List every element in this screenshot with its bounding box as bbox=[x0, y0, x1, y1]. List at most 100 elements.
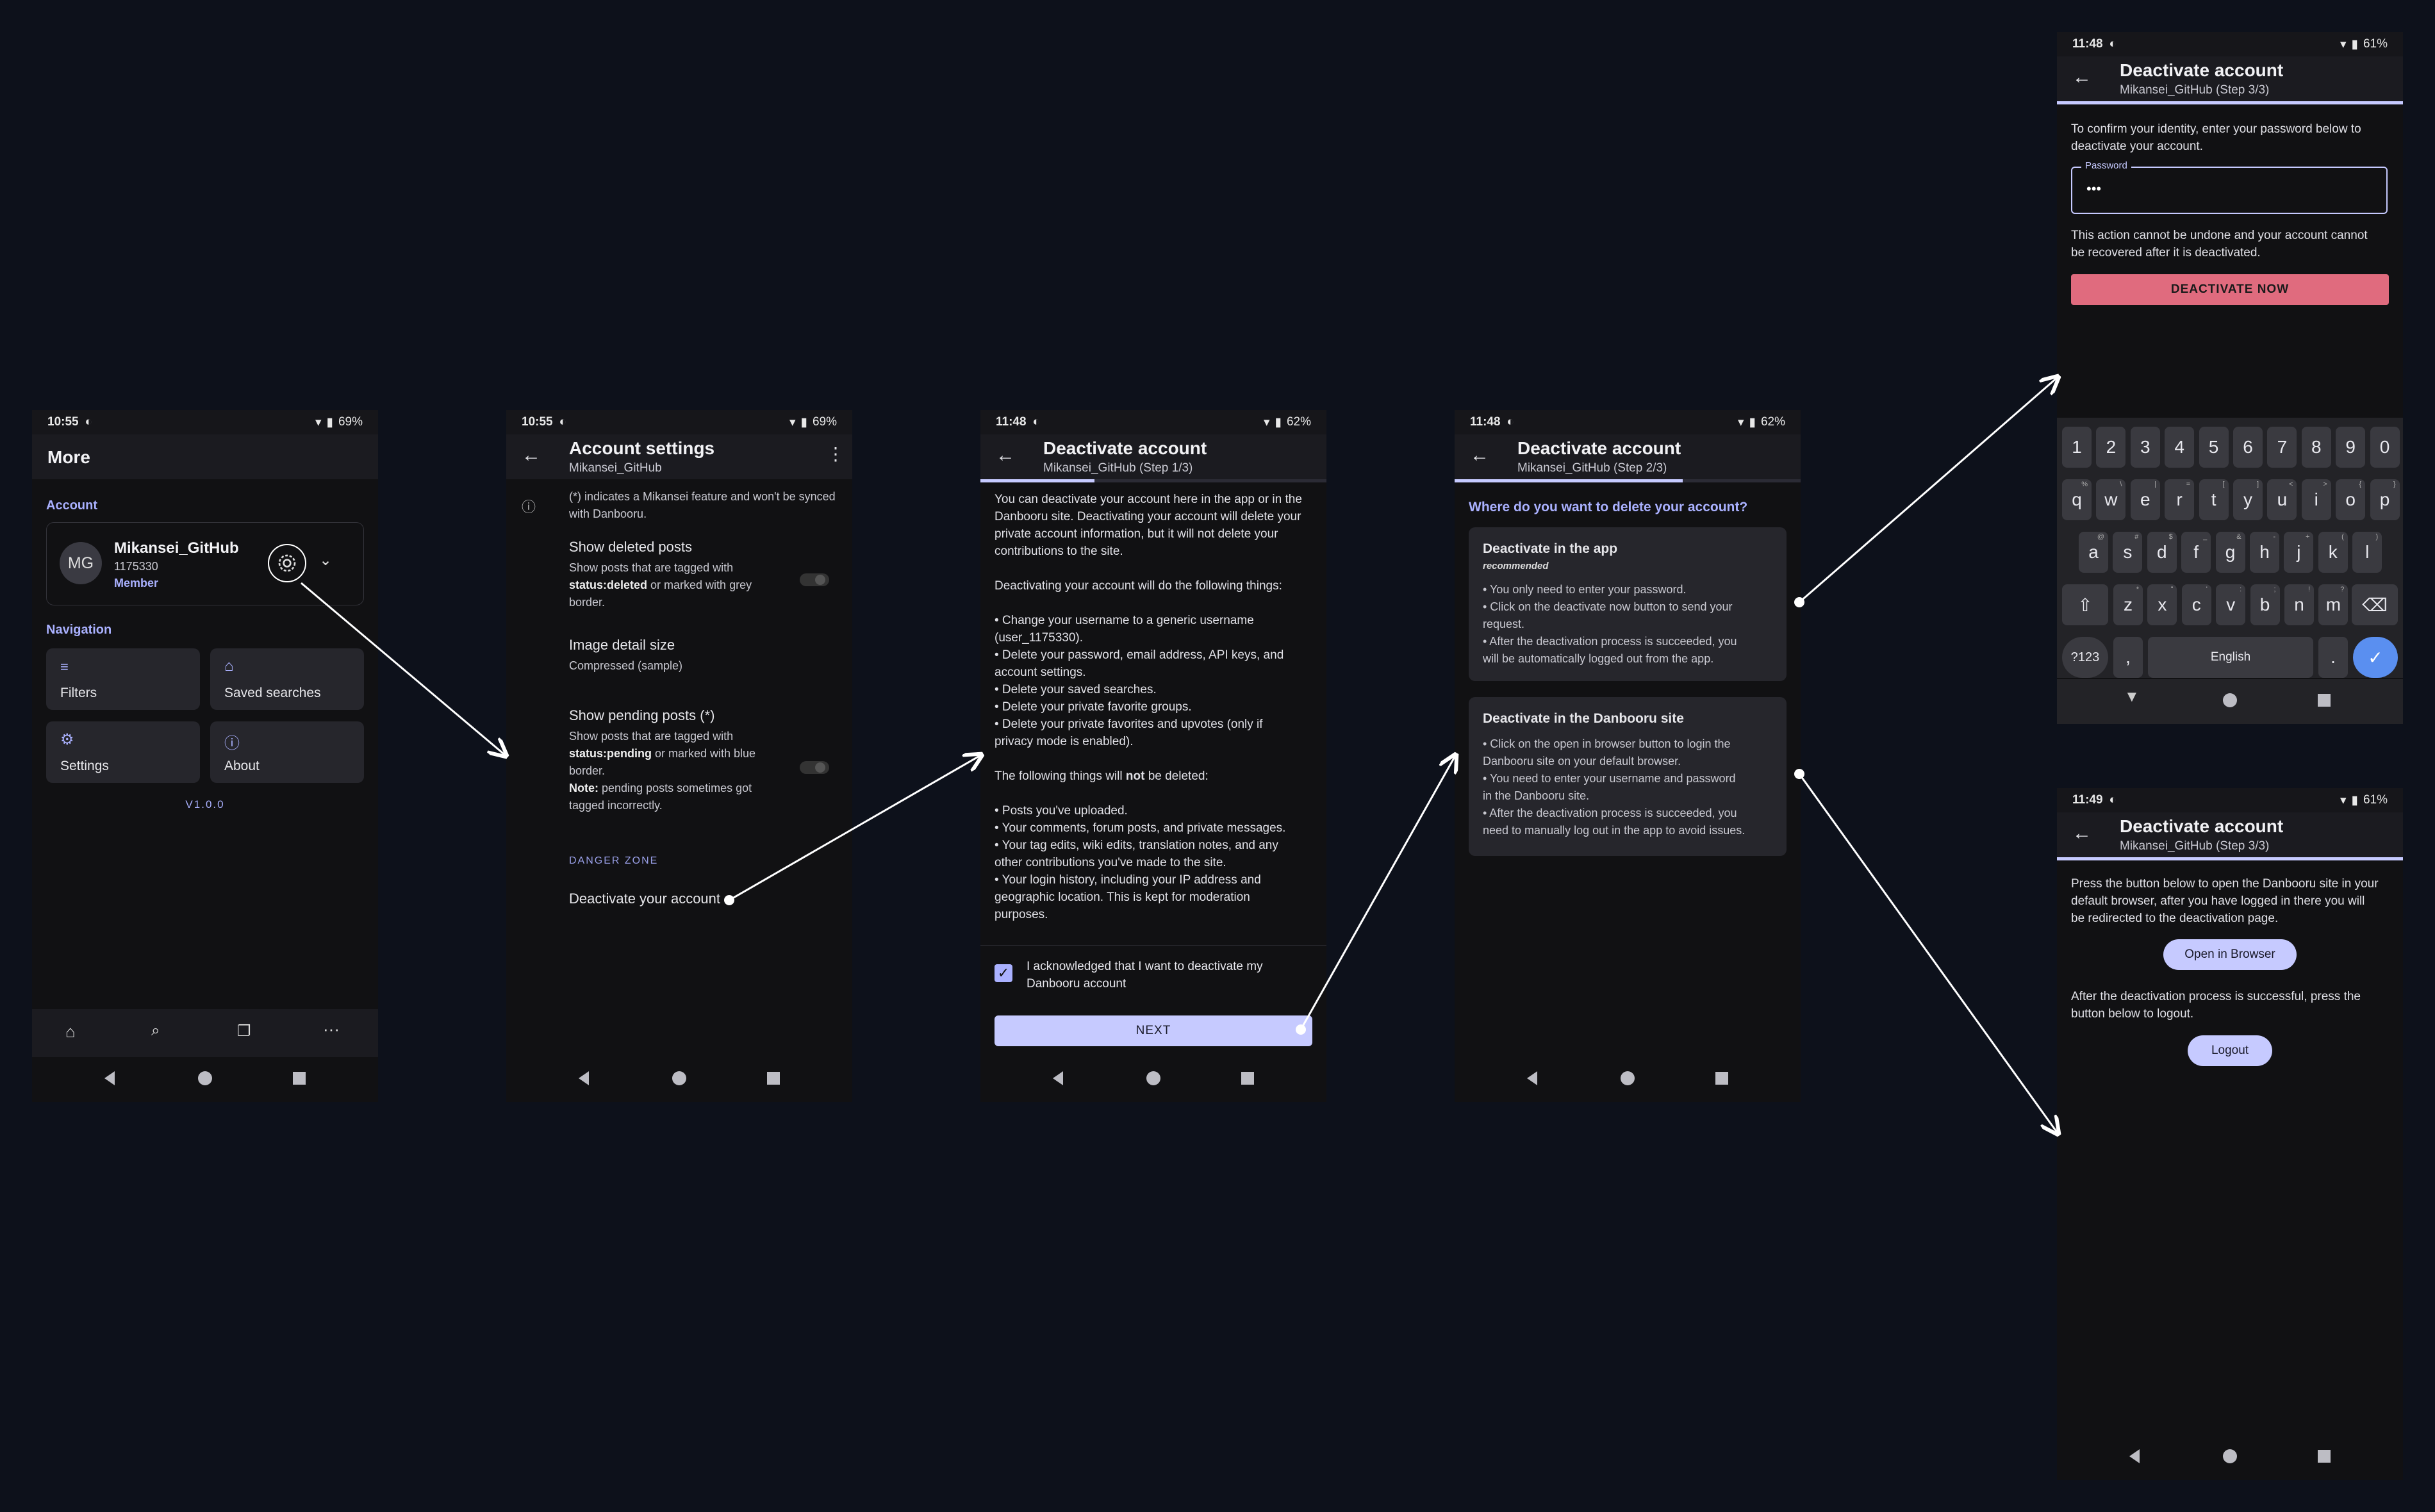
letter-key[interactable]: u < bbox=[2267, 479, 2297, 520]
home-nav-icon[interactable] bbox=[2223, 693, 2237, 707]
recents-nav-icon[interactable] bbox=[2318, 694, 2331, 707]
letter-key[interactable]: l) bbox=[2352, 532, 2382, 573]
toggle-switch[interactable] bbox=[800, 761, 829, 774]
letter-key[interactable]: z * bbox=[2113, 584, 2143, 625]
acknowledge-label-2[interactable]: Danbooru account bbox=[1027, 975, 1126, 992]
letter-key[interactable]: r = bbox=[2165, 479, 2195, 520]
number-key[interactable]: 7 bbox=[2267, 427, 2297, 468]
more-icon[interactable]: ··· bbox=[323, 1019, 340, 1039]
back-arrow-icon[interactable]: ← bbox=[996, 445, 1015, 466]
back-nav-icon[interactable] bbox=[1053, 1071, 1063, 1085]
back-arrow-icon[interactable]: ← bbox=[1470, 445, 1489, 466]
toggle-switch[interactable] bbox=[800, 573, 829, 586]
overflow-menu-icon[interactable]: ⋮ bbox=[827, 443, 845, 464]
letter-key[interactable]: t[ bbox=[2199, 479, 2229, 520]
number-key[interactable]: 8 bbox=[2301, 427, 2331, 468]
space-key[interactable]: English bbox=[2148, 637, 2313, 678]
key-char: u bbox=[2277, 489, 2288, 509]
chevron-down-icon[interactable]: ⌄ bbox=[319, 551, 332, 570]
done-key[interactable]: ✓ bbox=[2353, 637, 2398, 678]
letter-key[interactable]: i > bbox=[2301, 479, 2331, 520]
back-arrow-icon[interactable]: ← bbox=[2072, 823, 2092, 844]
search-icon[interactable]: ⌕ bbox=[151, 1022, 160, 1040]
letter-key[interactable]: s # bbox=[2113, 532, 2143, 573]
letter-key[interactable]: k( bbox=[2318, 532, 2348, 573]
shift-key[interactable]: ⇧ bbox=[2062, 584, 2108, 625]
open-in-browser-button[interactable]: Open in Browser bbox=[2163, 939, 2297, 970]
letter-key[interactable]: n! bbox=[2284, 584, 2314, 625]
show-pending-setting[interactable]: Show pending posts (*) Show posts that a… bbox=[506, 703, 852, 819]
back-nav-icon[interactable] bbox=[2129, 1449, 2140, 1463]
back-nav-icon[interactable] bbox=[104, 1071, 115, 1085]
number-key[interactable]: 9 bbox=[2336, 427, 2366, 468]
deactivate-now-button[interactable]: DEACTIVATE NOW bbox=[2071, 274, 2389, 305]
letter-key[interactable]: d $ bbox=[2147, 532, 2177, 573]
recents-nav-icon[interactable] bbox=[1715, 1072, 1728, 1085]
number-key[interactable]: 0 bbox=[2370, 427, 2400, 468]
number-key[interactable]: 1 bbox=[2062, 427, 2092, 468]
letter-key[interactable]: q% bbox=[2062, 479, 2092, 520]
letter-key[interactable]: m? bbox=[2318, 584, 2348, 625]
symbols-key[interactable]: ?123 bbox=[2062, 637, 2108, 678]
tile-filters[interactable]: ≡ Filters bbox=[46, 648, 200, 710]
recents-nav-icon[interactable] bbox=[1241, 1072, 1254, 1085]
letter-key[interactable]: c ' bbox=[2181, 584, 2211, 625]
number-key[interactable]: 4 bbox=[2165, 427, 2195, 468]
setting-note-2: tagged incorrectly. bbox=[569, 799, 663, 812]
letter-key[interactable]: x " bbox=[2147, 584, 2177, 625]
password-field[interactable]: Password ••• bbox=[2071, 160, 2388, 214]
letter-key[interactable]: v: bbox=[2216, 584, 2246, 625]
number-key[interactable]: 3 bbox=[2130, 427, 2160, 468]
comma-key[interactable]: , bbox=[2113, 637, 2143, 678]
option-deactivate-in-app[interactable]: Deactivate in the app recommended • You … bbox=[1469, 527, 1787, 681]
pools-icon[interactable]: ❐ bbox=[237, 1022, 251, 1040]
logout-button[interactable]: Logout bbox=[2188, 1035, 2272, 1066]
show-deleted-setting[interactable]: Show deleted posts Show posts that are t… bbox=[506, 535, 852, 612]
acknowledge-checkbox[interactable]: ✓ bbox=[995, 964, 1012, 982]
letter-key[interactable]: j + bbox=[2284, 532, 2314, 573]
key-hint: ; bbox=[2274, 586, 2276, 593]
back-nav-icon[interactable] bbox=[1527, 1071, 1537, 1085]
next-button[interactable]: NEXT bbox=[995, 1015, 1312, 1046]
number-key[interactable]: 2 bbox=[2096, 427, 2126, 468]
back-arrow-icon[interactable]: ← bbox=[2072, 67, 2092, 88]
period-key[interactable]: . bbox=[2318, 637, 2348, 678]
number-key[interactable]: 5 bbox=[2199, 427, 2229, 468]
letter-key[interactable]: e | bbox=[2130, 479, 2160, 520]
letter-key[interactable]: p} bbox=[2370, 479, 2400, 520]
bottom-navigation: ⌂ ⌕ ❐ ··· bbox=[32, 1009, 378, 1057]
option-deactivate-in-site[interactable]: Deactivate in the Danbooru site • Click … bbox=[1469, 697, 1787, 856]
tile-about[interactable]: ⓘ About bbox=[210, 721, 364, 783]
letter-key[interactable]: a @ bbox=[2079, 532, 2108, 573]
letter-key[interactable]: h- bbox=[2250, 532, 2279, 573]
recents-nav-icon[interactable] bbox=[2318, 1450, 2331, 1463]
letter-key[interactable]: y] bbox=[2233, 479, 2263, 520]
keyboard-dismiss-icon[interactable]: ▼ bbox=[2124, 688, 2140, 706]
back-arrow-icon[interactable]: ← bbox=[522, 445, 541, 466]
home-nav-icon[interactable] bbox=[672, 1071, 686, 1085]
step-progress-fill bbox=[2057, 101, 2403, 104]
recents-nav-icon[interactable] bbox=[293, 1072, 306, 1085]
account-settings-button[interactable] bbox=[268, 544, 306, 582]
deactivate-account-item[interactable]: Deactivate your account bbox=[569, 891, 720, 907]
letter-key[interactable]: g & bbox=[2215, 532, 2245, 573]
home-nav-icon[interactable] bbox=[198, 1071, 212, 1085]
letter-key[interactable]: f _ bbox=[2181, 532, 2211, 573]
backspace-key[interactable]: ⌫ bbox=[2352, 584, 2398, 625]
back-nav-icon[interactable] bbox=[579, 1071, 589, 1085]
tile-settings[interactable]: ⚙ Settings bbox=[46, 721, 200, 783]
home-nav-icon[interactable] bbox=[1146, 1071, 1160, 1085]
account-card[interactable]: MG Mikansei_GitHub 1175330 Member ⌄ bbox=[46, 522, 364, 605]
letter-key[interactable]: o{ bbox=[2336, 479, 2366, 520]
list-item: account settings. bbox=[995, 666, 1086, 679]
letter-key[interactable]: b; bbox=[2250, 584, 2280, 625]
recents-nav-icon[interactable] bbox=[767, 1072, 780, 1085]
home-nav-icon[interactable] bbox=[1621, 1071, 1635, 1085]
number-key[interactable]: 6 bbox=[2233, 427, 2263, 468]
letter-key[interactable]: w \ bbox=[2096, 479, 2126, 520]
image-size-setting[interactable]: Image detail size Compressed (sample) bbox=[506, 633, 852, 678]
home-nav-icon[interactable] bbox=[2223, 1449, 2237, 1463]
home-icon[interactable]: ⌂ bbox=[65, 1022, 76, 1042]
acknowledge-label[interactable]: I acknowledged that I want to deactivate… bbox=[1027, 958, 1263, 975]
tile-saved-searches[interactable]: ⌂ Saved searches bbox=[210, 648, 364, 710]
